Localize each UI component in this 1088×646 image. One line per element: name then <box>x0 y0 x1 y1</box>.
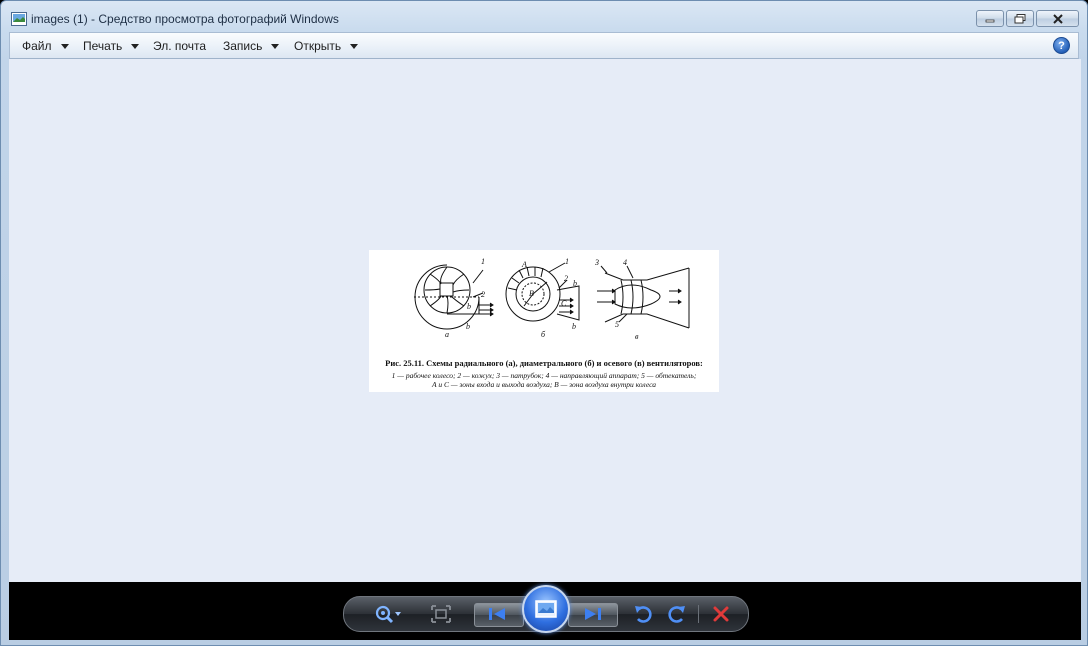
menu-file-label: Файл <box>22 39 52 53</box>
close-icon <box>1052 13 1063 24</box>
label-a-caption: а <box>445 330 449 339</box>
label-b-1: 1 <box>565 257 569 266</box>
minimize-button[interactable] <box>976 10 1004 27</box>
axial-flow-lines <box>597 290 681 303</box>
label-b-b2: b <box>572 322 576 331</box>
photo-viewer-app-icon <box>11 12 27 26</box>
chevron-down-icon <box>350 44 359 49</box>
menu-print-label: Печать <box>83 39 123 53</box>
menu-burn[interactable]: Запись <box>223 39 280 53</box>
menu-file[interactable]: Файл <box>22 39 69 53</box>
radial-blades <box>424 266 470 314</box>
rotate-counterclockwise-button[interactable] <box>630 602 656 626</box>
label-a-1: 1 <box>481 257 485 266</box>
menu-open-label: Открыть <box>294 39 342 53</box>
crossflow-leader-1 <box>548 262 566 273</box>
menu-burn-label: Запись <box>223 39 263 53</box>
radial-hub <box>439 282 454 297</box>
axial-housing <box>604 267 690 329</box>
menu-open[interactable]: Открыть <box>294 39 359 53</box>
menu-print[interactable]: Печать <box>83 39 140 53</box>
fit-to-window-button[interactable] <box>428 602 454 626</box>
chevron-down-icon <box>131 44 140 49</box>
next-button[interactable] <box>580 602 606 626</box>
figure-caption-title: Рис. 25.11. Схемы радиального (а), диаме… <box>385 358 703 368</box>
crossflow-arrowheads <box>569 297 574 315</box>
delete-button[interactable] <box>708 602 734 626</box>
label-c-5: 5 <box>615 320 619 329</box>
label-a-b1: b <box>467 302 471 311</box>
menu-email[interactable]: Эл. почта <box>153 39 206 53</box>
delete-icon <box>713 606 729 622</box>
next-icon <box>585 608 601 620</box>
rotate-clockwise-icon <box>668 606 685 623</box>
window-controls <box>974 10 1079 27</box>
menu-bar: Файл Печать Эл. почта Запись Открыть ? <box>9 32 1079 59</box>
zoom-icon <box>375 605 401 624</box>
axial-leader-3 <box>600 265 608 274</box>
figure-caption-line-1: 1 — рабочее колесо; 2 — кожух; 3 — патру… <box>391 371 697 380</box>
rotate-clockwise-button[interactable] <box>664 602 690 626</box>
radial-arrowheads <box>489 302 494 317</box>
playback-control-bar <box>9 582 1081 640</box>
rotate-counterclockwise-icon <box>635 606 652 623</box>
maximize-button[interactable] <box>1006 10 1034 27</box>
label-b-A: A <box>521 260 527 269</box>
image-display-area[interactable]: 1 2 b b а 1 2 A C B b b б 3 4 5 в Рис. 2… <box>9 59 1081 582</box>
restore-icon <box>1014 13 1026 23</box>
slideshow-icon <box>535 600 557 618</box>
title-bar[interactable]: images (1) - Средство просмотра фотограф… <box>1 1 1087 33</box>
fan-diagram-figure: 1 2 b b а 1 2 A C B b b б 3 4 5 в <box>414 257 690 341</box>
label-c-caption: в <box>635 332 639 341</box>
fit-to-window-icon <box>431 605 451 623</box>
axial-blades <box>620 279 644 315</box>
label-b-B: B <box>529 289 534 298</box>
label-b-2: 2 <box>564 274 568 283</box>
help-icon: ? <box>1058 39 1065 52</box>
chevron-down-icon <box>60 44 69 49</box>
chevron-down-icon <box>271 44 280 49</box>
close-button[interactable] <box>1036 10 1079 27</box>
previous-button[interactable] <box>484 602 510 626</box>
label-b-C: C <box>561 299 567 308</box>
axial-hub <box>614 284 661 309</box>
label-b-b1: b <box>573 279 577 288</box>
displayed-photo[interactable]: 1 2 b b а 1 2 A C B b b б 3 4 5 в Рис. 2… <box>369 250 719 392</box>
label-a-2: 2 <box>481 290 485 299</box>
toolbar-separator <box>698 605 699 623</box>
axial-leader-4 <box>626 265 634 279</box>
figure-caption-line-2: A и C — зоны входа и выхода воздуха; B —… <box>432 380 656 389</box>
label-b-caption: б <box>541 330 546 339</box>
radial-leader-1 <box>472 269 484 284</box>
label-c-4: 4 <box>623 258 627 267</box>
window-title: images (1) - Средство просмотра фотограф… <box>31 12 339 26</box>
zoom-button[interactable] <box>372 602 406 626</box>
help-button[interactable]: ? <box>1053 37 1070 54</box>
minimize-icon <box>985 19 995 22</box>
previous-icon <box>489 608 505 620</box>
slideshow-button[interactable] <box>522 585 570 633</box>
label-c-3: 3 <box>594 258 599 267</box>
photo-viewer-window: images (1) - Средство просмотра фотограф… <box>0 0 1088 646</box>
menu-email-label: Эл. почта <box>153 39 207 53</box>
label-a-b2: b <box>466 322 470 331</box>
